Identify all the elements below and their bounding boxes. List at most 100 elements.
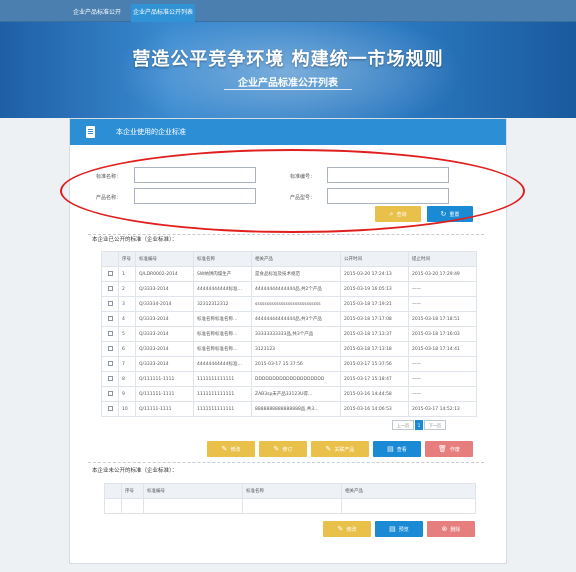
table-cell: 5 [118,326,136,342]
row-checkbox[interactable] [107,316,113,321]
table-cell: 是食品标准及技术规范 [251,266,341,282]
refresh-icon: ↻ [440,210,447,218]
reset-button-label: 重置 [449,212,460,218]
table-cell: 2015-03-17 15:37:56 [251,356,341,372]
table-header-row: 序号 标准编号 标准名称 相关产品 公开时间 提止时间 [101,251,477,267]
table-cell: 2015-03-18 17:19:21 [340,296,409,312]
table-row[interactable]: 5 Q/3333-2014 标准名称标准名称… 33333333333品,共3个产品 2… [101,326,477,342]
table-cell: 2015-03-19 16:05:13 [340,281,409,297]
preview-button-label: 预览 [398,527,409,533]
table-cell: 32312312312 [193,296,252,312]
table-cell: 44444444444标准… [193,281,252,297]
table-cell: 2015-03-17 15:18:47 [340,371,409,387]
header-cell: 序号 [118,251,136,267]
row-checkbox[interactable] [107,346,113,351]
table-row[interactable]: 3 Q/33334-2014 32312312312 ssssssssssssssss… [101,296,477,312]
table-cell: 6 [118,341,136,357]
table-cell: 标准名称标准名称… [193,326,252,342]
page-1-button[interactable]: 1 [415,420,423,430]
document-icon [86,126,95,138]
table-row[interactable]: 7 Q/3333-2014 44444444444标准… 2015-03-17 15:… [101,356,477,372]
std-no-input[interactable] [327,167,449,183]
table-row[interactable]: 10 Q/11111-1111 1111111111111 8888888888888… [101,401,477,417]
table-row[interactable]: 2 Q/3333-2014 44444444444标准… 44444444444444… [101,281,477,297]
top-nav-bar: 企业产品标准公开 企业产品标准公开列表 [0,0,576,22]
header-select [101,251,119,267]
row-checkbox[interactable] [107,376,113,381]
next-page-button[interactable]: 下一页 [424,420,446,430]
table-cell: 9 [118,386,136,402]
table-cell: Q/33334-2014 [135,296,194,312]
table-cell: 1111111111111 [193,401,252,417]
row-select-cell [101,401,119,417]
pencil-icon: ✎ [273,445,280,453]
table-cell: 44444444444标准… [193,356,252,372]
modify-button[interactable]: ✎ 修改 [207,441,255,457]
table-cell: 7 [118,356,136,372]
tab-standard-public-list[interactable]: 企业产品标准公开列表 [131,4,195,22]
table-cell: Q/LDR0002-2014 [135,266,194,282]
table-cell: 1 [118,266,136,282]
row-checkbox[interactable] [107,286,113,291]
query-button-label: 查询 [396,212,407,218]
table-cell: Q/111111-1111 [135,386,194,402]
row-checkbox[interactable] [107,301,113,306]
preview-button[interactable]: ▤ 预览 [375,521,423,537]
table-cell: 8 [118,371,136,387]
table-row[interactable]: 1 Q/LDR0002-2014 SW纳饼肉燥生产 是食品标准及技术规范 2015-03… [101,266,477,282]
hero-banner: 营造公平竞争环境 构建统一市场规则 企业产品标准公开列表 [0,22,576,118]
table-cell: 4 [118,311,136,327]
row-checkbox[interactable] [107,361,113,366]
table-row[interactable]: 8 Q/111111-1111 1111111111111 DDDDDDDDDDDDD… [101,371,477,387]
table-cell: Q/3333-2014 [135,311,194,327]
banner-underline [224,89,352,90]
table-cell: 8888888888888888品,共3… [251,401,341,417]
delete-button[interactable]: ⊗ 删除 [427,521,475,537]
table-cell: —— [408,371,477,387]
table-cell: 1111111111111 [193,371,252,387]
header-cell: 提止时间 [408,251,477,267]
table-cell: ssssssssssssssssssssssssssss [251,296,341,312]
revise-button[interactable]: ✎ 修订 [259,441,307,457]
table-cell: 2015-03-16 14:44:58 [340,386,409,402]
product-model-label: 产品型号： [290,195,316,201]
private-modify-button[interactable]: ✎ 修改 [323,521,371,537]
empty-row [104,498,476,514]
row-select-cell [101,296,119,312]
link-product-button[interactable]: ✎ 关联产品 [311,441,369,457]
table-cell: —— [408,386,477,402]
product-model-input[interactable] [327,188,449,204]
table-row[interactable]: 6 Q/3333-2014 标准名称标准名称… 3123123 2015-03-18 1… [101,341,477,357]
close-icon: ⊗ [441,525,448,533]
header-cell: 相关产品 [251,251,341,267]
void-button-label: 作废 [449,447,460,453]
table-cell: Q/3333-2014 [135,356,194,372]
tab-standard-public[interactable]: 企业产品标准公开 [66,4,128,22]
table-cell: —— [408,281,477,297]
row-checkbox[interactable] [107,271,113,276]
table-row[interactable]: 4 Q/3333-2014 标准名称标准名称… 44444444444444品,共3个… [101,311,477,327]
void-button[interactable]: 🗑 作废 [425,441,473,457]
std-name-input[interactable] [134,167,256,183]
search-icon: ⌕ [389,210,394,218]
table-cell: 2 [118,281,136,297]
view-button[interactable]: ▤ 查看 [373,441,421,457]
query-button[interactable]: ⌕ 查询 [375,206,421,222]
row-select-cell [101,326,119,342]
table-cell: 44444444444444品,共2个产品 [251,281,341,297]
table-cell: 2015-03-18 17:13:18 [340,341,409,357]
row-checkbox[interactable] [107,331,113,336]
row-checkbox[interactable] [107,406,113,411]
table-cell: 44444444444444品,共3个产品 [251,311,341,327]
table-cell: 2015-03-17 15:37:56 [340,356,409,372]
table-row[interactable]: 9 Q/111111-1111 1111111111111 ZAB3sp未产品3312… [101,386,477,402]
std-no-label: 标准编号： [290,174,316,180]
row-checkbox[interactable] [107,391,113,396]
link-product-button-label: 关联产品 [334,447,355,453]
prev-page-button[interactable]: 上一页 [392,420,414,430]
header-select [104,483,122,499]
public-standards-table: 序号 标准编号 标准名称 相关产品 公开时间 提止时间 1 Q/LDR0002-2… [101,251,477,417]
reset-button[interactable]: ↻ 重置 [427,206,473,222]
std-name-label: 标准名称： [96,174,122,180]
product-name-input[interactable] [134,188,256,204]
